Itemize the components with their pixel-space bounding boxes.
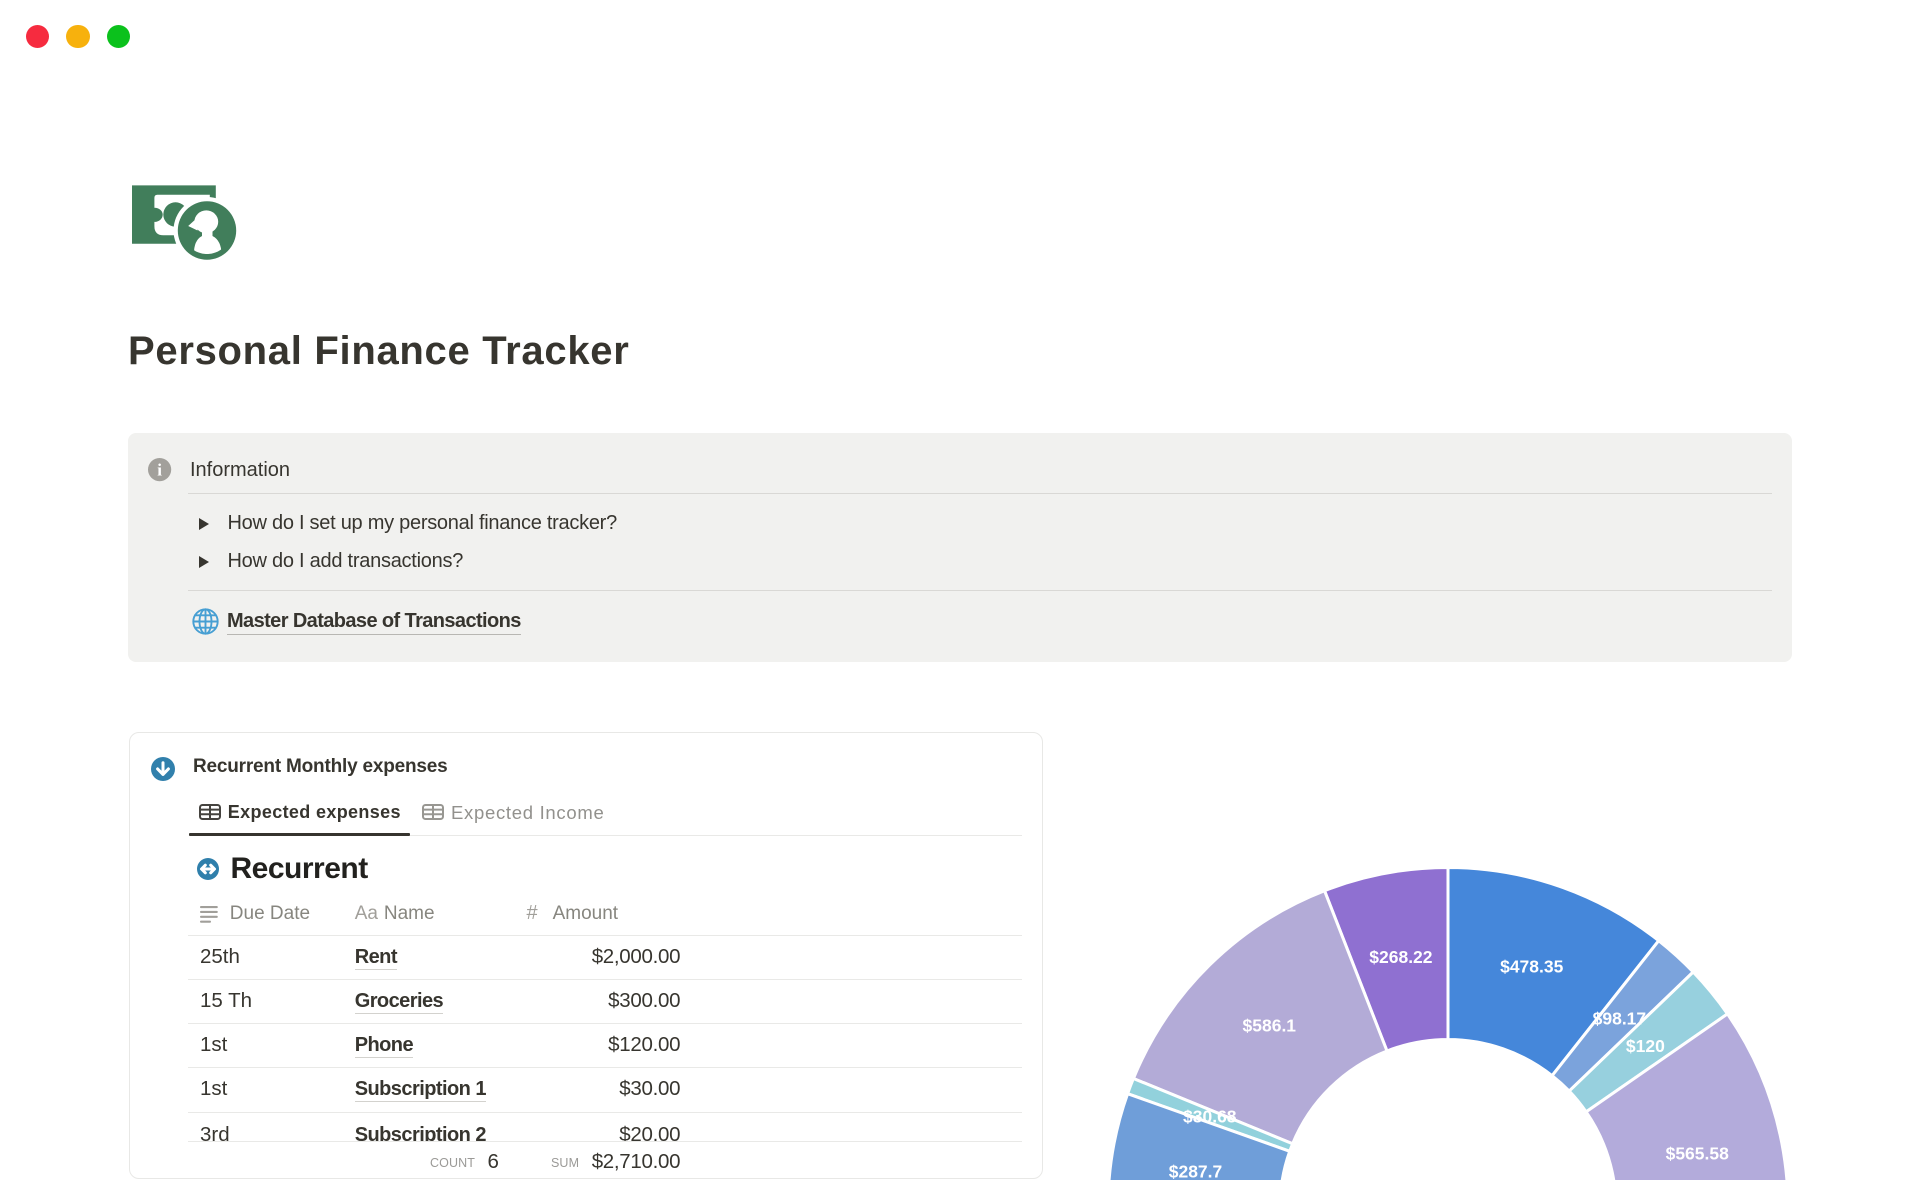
svg-text:$98.17: $98.17	[1593, 1009, 1646, 1029]
svg-text:$120: $120	[1626, 1036, 1665, 1056]
svg-text:$478.35: $478.35	[1500, 957, 1563, 977]
svg-text:i: i	[158, 461, 163, 480]
svg-text:$565.58: $565.58	[1666, 1144, 1729, 1164]
svg-text:$287.7: $287.7	[1169, 1162, 1222, 1181]
svg-text:$586.1: $586.1	[1243, 1016, 1297, 1036]
svg-text:$268.22: $268.22	[1369, 947, 1432, 967]
svg-text:$30.68: $30.68	[1183, 1106, 1237, 1126]
